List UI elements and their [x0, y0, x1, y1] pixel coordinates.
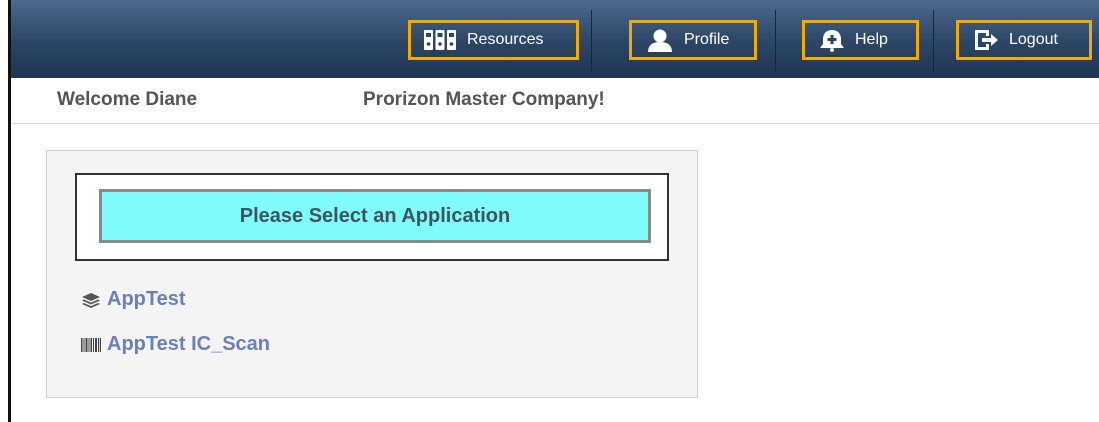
select-application-frame: Please Select an Application: [75, 173, 669, 261]
app-link-label: AppTest: [107, 288, 186, 310]
help-label: Help: [855, 31, 888, 48]
layers-icon: [81, 292, 101, 308]
help-bell-icon: [819, 28, 845, 52]
app-link-label: AppTest IC_Scan: [107, 333, 270, 355]
logout-button[interactable]: Logout: [956, 20, 1092, 60]
barcode-icon: [81, 337, 101, 352]
user-icon: [646, 28, 674, 52]
logout-label: Logout: [1009, 31, 1058, 48]
nav-separator: [591, 10, 592, 72]
welcome-user-text: Welcome Diane: [57, 89, 198, 110]
select-application-prompt: Please Select an Application: [99, 189, 651, 243]
profile-button[interactable]: Profile: [629, 20, 757, 60]
app-link-apptest-ic-scan[interactable]: AppTest IC_Scan: [81, 333, 270, 356]
resources-label: Resources: [467, 31, 544, 48]
application-panel: Please Select an Application AppTest App…: [46, 150, 698, 398]
nav-separator: [933, 10, 934, 72]
app-link-apptest[interactable]: AppTest: [81, 288, 186, 311]
page: Resources Profile Help Logout Welcome Di…: [0, 0, 1099, 422]
logout-icon: [973, 28, 999, 52]
help-button[interactable]: Help: [802, 20, 919, 60]
resources-button[interactable]: Resources: [408, 20, 579, 60]
profile-label: Profile: [684, 31, 730, 48]
company-name-text: Prorizon Master Company!: [363, 89, 605, 110]
binders-icon: [423, 29, 457, 51]
welcome-bar: Welcome Diane Prorizon Master Company!: [11, 78, 1099, 124]
nav-separator: [775, 10, 776, 72]
